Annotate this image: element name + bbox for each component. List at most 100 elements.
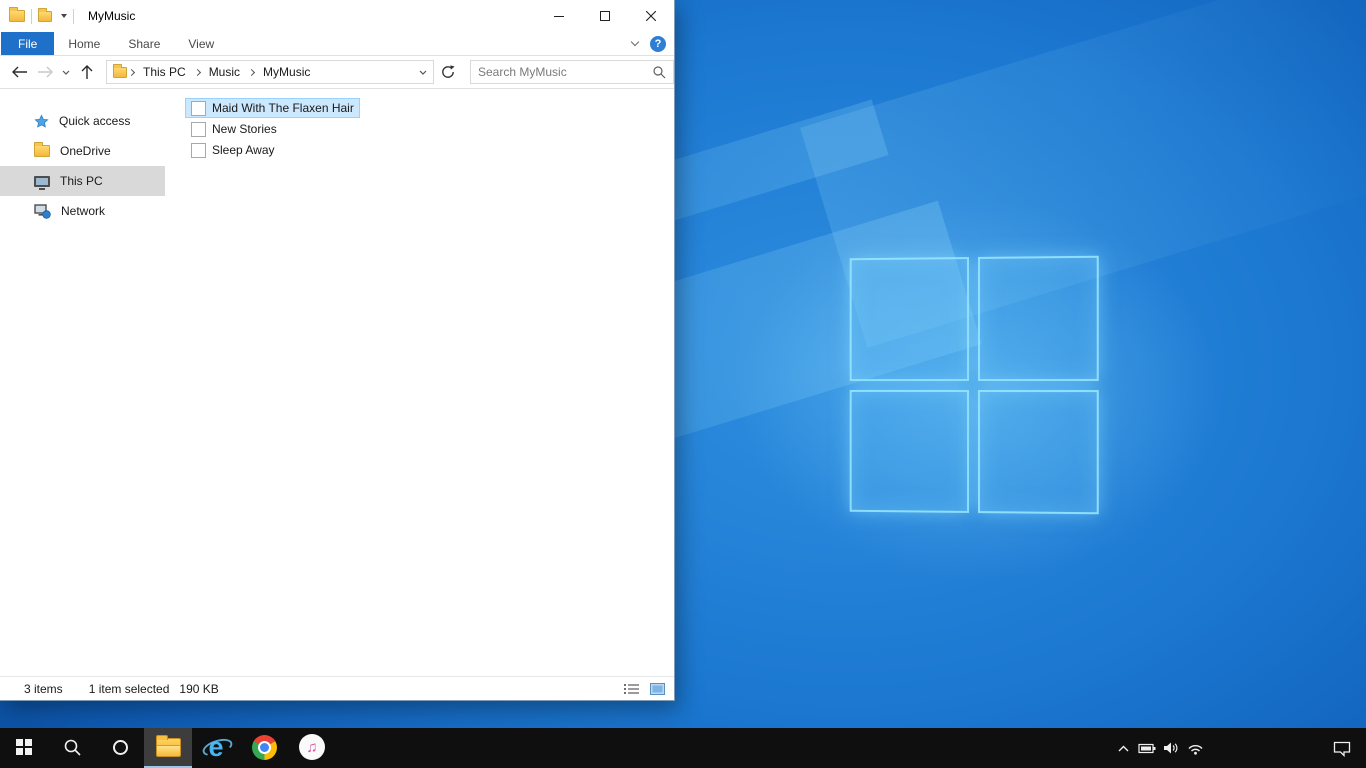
file-row[interactable]: Sleep Away	[185, 140, 281, 160]
help-icon: ?	[654, 37, 662, 50]
volume-tray-button[interactable]	[1159, 728, 1183, 768]
title-bar: MyMusic	[0, 0, 674, 32]
window-body: Quick access OneDrive This PC Network Ma…	[0, 90, 674, 676]
windows-logo-pane	[849, 389, 969, 513]
up-button[interactable]	[74, 59, 100, 85]
battery-icon	[1138, 743, 1156, 754]
thumbnails-view-icon	[649, 682, 665, 695]
taskbar-chrome-button[interactable]	[240, 728, 288, 768]
breadcrumb-separator-icon[interactable]	[247, 68, 256, 76]
expand-ribbon-chevron-icon[interactable]	[630, 37, 640, 47]
tray-spacer	[1207, 728, 1318, 768]
app-folder-icon	[9, 7, 25, 22]
taskbar-internet-explorer-button[interactable]	[192, 728, 240, 768]
sidebar-item-quick-access[interactable]: Quick access	[0, 106, 165, 136]
sidebar-item-this-pc[interactable]: This PC	[0, 166, 165, 196]
monitor-icon	[34, 175, 50, 190]
windows-start-icon	[16, 739, 32, 755]
media-file-icon	[191, 142, 206, 158]
quick-access-toolbar-icon[interactable]	[38, 7, 52, 22]
maximize-button[interactable]	[582, 0, 628, 32]
sidebar-item-label: Network	[61, 204, 106, 218]
breadcrumb-separator-icon[interactable]	[193, 68, 201, 76]
navigation-pane: Quick access OneDrive This PC Network	[0, 90, 165, 676]
cortana-button[interactable]	[96, 728, 144, 768]
refresh-button[interactable]	[436, 60, 460, 84]
tab-file[interactable]: File	[1, 32, 55, 55]
sidebar-item-network[interactable]: Network	[0, 196, 165, 226]
back-button[interactable]	[6, 59, 32, 85]
close-button[interactable]	[628, 0, 674, 32]
search-icon	[64, 739, 81, 756]
file-list: Maid With The Flaxen Hair New Stories Sl…	[165, 90, 674, 676]
tab-file-label: File	[18, 36, 38, 51]
divider	[73, 8, 74, 24]
action-center-button[interactable]	[1318, 728, 1366, 768]
taskbar-file-explorer-button[interactable]	[144, 728, 192, 768]
search-icon	[653, 65, 666, 78]
media-file-icon	[191, 121, 206, 137]
start-button[interactable]	[0, 728, 48, 768]
chevron-up-icon	[1118, 745, 1128, 751]
network-icon	[34, 203, 51, 219]
tab-view[interactable]: View	[174, 32, 228, 55]
tab-view-label: View	[188, 36, 215, 51]
taskbar-itunes-button[interactable]	[288, 728, 336, 768]
file-name: Maid With The Flaxen Hair	[212, 101, 354, 115]
windows-logo-pane	[977, 255, 1099, 381]
window-controls	[536, 0, 674, 32]
minimize-button[interactable]	[536, 0, 582, 32]
chrome-icon	[251, 734, 277, 760]
windows-logo	[849, 255, 1099, 515]
tab-share[interactable]: Share	[114, 32, 174, 55]
file-row[interactable]: Maid With The Flaxen Hair	[185, 98, 360, 118]
chevron-down-icon	[62, 70, 70, 75]
minimize-icon	[554, 16, 564, 17]
sidebar-item-label: OneDrive	[60, 144, 111, 158]
star-icon	[34, 114, 49, 128]
windows-logo-pane	[977, 389, 1099, 515]
location-folder-icon	[113, 63, 127, 78]
recent-locations-button[interactable]	[58, 59, 74, 85]
network-tray-button[interactable]	[1183, 728, 1207, 768]
breadcrumb-mymusic[interactable]: MyMusic	[256, 61, 317, 83]
address-bar[interactable]: This PC Music MyMusic	[106, 60, 434, 84]
breadcrumb-separator-icon[interactable]	[127, 68, 136, 76]
system-tray	[1111, 728, 1366, 768]
wifi-icon	[1187, 744, 1203, 755]
forward-button[interactable]	[32, 59, 58, 85]
tab-share-label: Share	[128, 36, 161, 51]
ribbon-right-controls: ?	[630, 32, 674, 55]
ribbon-tab-bar: File Home Share View ?	[0, 32, 674, 56]
file-name: New Stories	[212, 122, 277, 136]
show-hidden-icons-button[interactable]	[1111, 728, 1135, 768]
tab-home[interactable]: Home	[54, 32, 114, 55]
window-title: MyMusic	[88, 9, 136, 23]
windows-logo-pane	[849, 257, 969, 381]
sidebar-item-onedrive[interactable]: OneDrive	[0, 136, 165, 166]
cortana-icon	[112, 739, 128, 755]
taskbar-search-button[interactable]	[48, 728, 96, 768]
taskbar	[0, 728, 1366, 768]
up-arrow-icon	[81, 64, 93, 79]
file-name: Sleep Away	[212, 143, 275, 157]
back-arrow-icon	[11, 66, 27, 78]
maximize-icon	[600, 11, 610, 21]
customize-toolbar-chevron-icon[interactable]	[61, 14, 67, 18]
close-icon	[646, 11, 656, 21]
search-box[interactable]	[470, 60, 674, 84]
file-row[interactable]: New Stories	[185, 119, 283, 139]
address-dropdown-button[interactable]	[413, 61, 433, 83]
action-center-icon	[1333, 741, 1351, 757]
selection-count: 1 item selected	[88, 681, 170, 696]
help-button[interactable]: ?	[650, 35, 666, 52]
search-input[interactable]	[478, 65, 653, 79]
breadcrumb-music[interactable]: Music	[202, 61, 247, 83]
battery-tray-button[interactable]	[1135, 728, 1159, 768]
speaker-icon	[1164, 742, 1178, 754]
divider	[31, 8, 32, 24]
details-view-button[interactable]	[620, 679, 642, 699]
thumbnails-view-button[interactable]	[646, 679, 668, 699]
status-bar: 3 items 1 item selected 190 KB	[0, 676, 674, 700]
breadcrumb-this-pc[interactable]: This PC	[136, 61, 193, 83]
